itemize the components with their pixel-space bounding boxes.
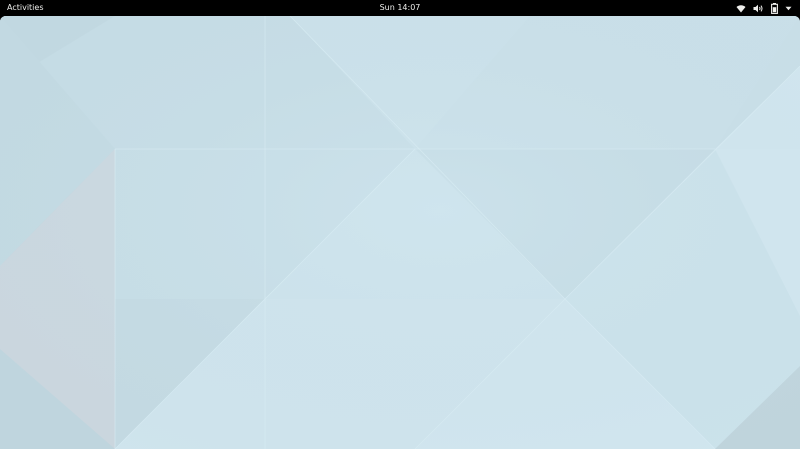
activities-button[interactable]: Activities: [7, 2, 44, 14]
volume-icon: [753, 4, 764, 13]
wallpaper-image: [0, 16, 800, 449]
battery-icon: [771, 2, 778, 14]
clock-container: Sun 14:07: [0, 2, 800, 14]
wifi-icon: [736, 4, 746, 13]
clock-button[interactable]: Sun 14:07: [380, 3, 421, 12]
system-status-area[interactable]: [736, 0, 792, 16]
top-bar: Activities Sun 14:07: [0, 0, 800, 16]
screen: Activities Sun 14:07: [0, 0, 800, 449]
system-menu-arrow-icon: [785, 6, 792, 11]
desktop-background[interactable]: [0, 16, 800, 449]
